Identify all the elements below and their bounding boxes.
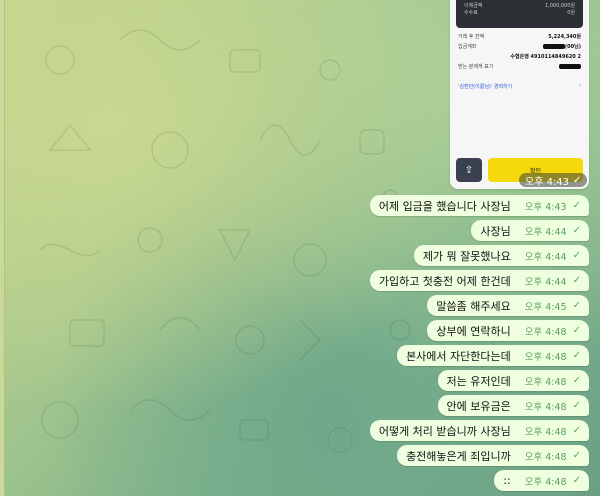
detail-row: 받는 분에게 표기 bbox=[458, 64, 581, 71]
message-text: 어떻게 처리 받습니까 사장님 bbox=[378, 424, 511, 438]
detail-row: 수협은행 4910114849620 2 bbox=[458, 54, 581, 61]
check-icon: ✓ bbox=[572, 475, 581, 486]
share-icon: ⇪ bbox=[464, 164, 474, 176]
message-time: 오후 4:48 bbox=[524, 326, 567, 338]
message-time: 오후 4:43 bbox=[524, 201, 567, 213]
message-time: 오후 4:48 bbox=[524, 426, 567, 438]
message-text: 제가 뭐 잘못했나요 bbox=[422, 249, 511, 263]
check-icon: ✓ bbox=[572, 425, 581, 436]
check-icon: ✓ bbox=[572, 375, 581, 386]
message-bubble[interactable]: 어제 입금을 했습니다 사장님 오후 4:43 ✓ bbox=[369, 195, 589, 216]
related-link[interactable]: '김환민(이름님)' 경력하기 › bbox=[458, 83, 581, 90]
message-bubble[interactable]: 가입하고 첫충전 어제 한건데 오후 4:44 ✓ bbox=[369, 270, 589, 291]
message-time: 오후 4:48 bbox=[524, 401, 567, 413]
message-text: 사장님 bbox=[480, 224, 511, 238]
message-text: 어제 입금을 했습니다 사장님 bbox=[378, 199, 511, 213]
window-edge bbox=[0, 0, 5, 496]
transfer-summary-panel: 이체금액 1,000,000원 수수료 0원 bbox=[456, 0, 583, 28]
summary-row: 이체금액 1,000,000원 bbox=[464, 3, 575, 10]
detail-value: 수협은행 4910114849620 2 bbox=[510, 54, 581, 60]
check-icon: ✓ bbox=[573, 174, 582, 186]
check-icon: ✓ bbox=[572, 300, 581, 311]
message-bubble[interactable]: 안에 보유금은 오후 4:48 ✓ bbox=[437, 395, 589, 416]
redacted-value bbox=[559, 64, 581, 69]
check-icon: ✓ bbox=[572, 325, 581, 336]
summary-value: 0원 bbox=[567, 10, 575, 16]
message-bubble[interactable]: 사장님 오후 4:44 ✓ bbox=[471, 220, 589, 241]
check-icon: ✓ bbox=[572, 350, 581, 361]
message-text: 저는 유저인데 bbox=[446, 374, 511, 388]
detail-label: 받는 분에게 표기 bbox=[458, 64, 494, 70]
check-icon: ✓ bbox=[572, 200, 581, 211]
message-bubble[interactable]: 어떻게 처리 받습니까 사장님 오후 4:48 ✓ bbox=[369, 420, 589, 441]
message-time: 오후 4:44 bbox=[524, 251, 567, 263]
detail-label: 입금계좌 bbox=[458, 44, 477, 50]
screenshot-image-message[interactable]: 이체금액 1,000,000원 수수료 0원 거래 후 잔액 5,224,340… bbox=[450, 0, 589, 189]
detail-row: 거래 후 잔액 5,224,340원 bbox=[458, 34, 581, 41]
detail-value: 5,224,340원 bbox=[548, 34, 581, 40]
message-time: 오후 4:44 bbox=[524, 226, 567, 238]
message-text: 상부에 연락하니 bbox=[436, 324, 511, 338]
detail-row: 입금계좌 (00님) bbox=[458, 44, 581, 51]
detail-value: (00님) bbox=[564, 44, 581, 50]
message-bubble[interactable]: 본사에서 자단한다는데 오후 4:48 ✓ bbox=[397, 345, 589, 366]
summary-row: 수수료 0원 bbox=[464, 10, 575, 17]
message-text: :: bbox=[503, 474, 511, 487]
message-time: 오후 4:48 bbox=[524, 476, 567, 488]
related-link-text: '김환민(이름님)' 경력하기 bbox=[458, 84, 513, 90]
message-text: 충전해놓은게 죄입니까 bbox=[406, 449, 511, 463]
message-bubble[interactable]: 상부에 연락하니 오후 4:48 ✓ bbox=[427, 320, 589, 341]
message-text: 안에 보유금은 bbox=[446, 399, 511, 413]
image-timestamp: 오후 4:43 ✓ bbox=[519, 173, 588, 188]
summary-value: 1,000,000원 bbox=[544, 3, 575, 9]
message-bubble[interactable]: 말씀좀 해주세요 오후 4:45 ✓ bbox=[427, 295, 589, 316]
message-bubble[interactable]: 제가 뭐 잘못했나요 오후 4:44 ✓ bbox=[413, 245, 589, 266]
check-icon: ✓ bbox=[572, 450, 581, 461]
message-time: 오후 4:48 bbox=[524, 376, 567, 388]
summary-label: 수수료 bbox=[464, 10, 478, 16]
share-button[interactable]: ⇪ bbox=[456, 158, 482, 182]
check-icon: ✓ bbox=[572, 400, 581, 411]
message-time: 오후 4:45 bbox=[524, 301, 567, 313]
check-icon: ✓ bbox=[572, 225, 581, 236]
transfer-details: 거래 후 잔액 5,224,340원 입금계좌 (00님) 수협은행 49101… bbox=[450, 28, 589, 96]
redacted-name bbox=[542, 44, 565, 49]
message-time: 오후 4:48 bbox=[524, 351, 567, 363]
timestamp-text: 오후 4:43 bbox=[525, 176, 570, 188]
message-text: 말씀좀 해주세요 bbox=[436, 299, 511, 313]
message-text: 본사에서 자단한다는데 bbox=[406, 349, 511, 363]
check-icon: ✓ bbox=[572, 250, 581, 261]
check-icon: ✓ bbox=[572, 275, 581, 286]
message-bubble[interactable]: :: 오후 4:48 ✓ bbox=[494, 470, 589, 491]
message-bubble[interactable]: 충전해놓은게 죄입니까 오후 4:48 ✓ bbox=[397, 445, 589, 466]
message-time: 오후 4:48 bbox=[524, 451, 567, 463]
message-text: 가입하고 첫충전 어제 한건데 bbox=[378, 274, 511, 288]
detail-label: 거래 후 잔액 bbox=[458, 34, 485, 40]
message-time: 오후 4:44 bbox=[524, 276, 567, 288]
chevron-right-icon: › bbox=[579, 83, 581, 89]
message-bubble[interactable]: 저는 유저인데 오후 4:48 ✓ bbox=[437, 370, 589, 391]
summary-label: 이체금액 bbox=[464, 3, 483, 9]
